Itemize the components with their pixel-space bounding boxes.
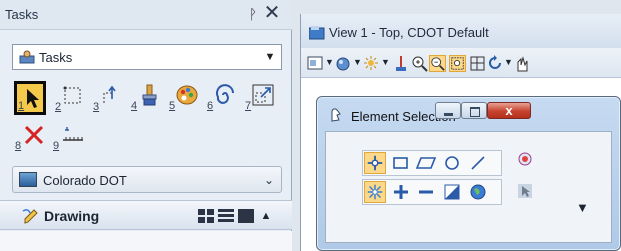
scale-arrow-box-icon	[252, 84, 274, 106]
workflow-label: Colorado DOT	[43, 173, 127, 188]
new-selection-icon[interactable]	[364, 181, 386, 203]
element-selection-arrow-icon	[27, 89, 39, 108]
measure-ruler-icon	[63, 127, 83, 141]
dropdown-arrow-icon[interactable]: ▼	[353, 57, 362, 67]
tool-number: 4	[131, 100, 138, 112]
maximize-button[interactable]	[461, 102, 487, 119]
tool-fence[interactable]: 2	[54, 83, 84, 113]
task-select-value: Tasks	[39, 50, 73, 65]
add-to-selection-icon[interactable]	[390, 181, 412, 203]
tool-rotate[interactable]: 6	[206, 82, 236, 112]
tool-move[interactable]: 3	[92, 83, 122, 113]
dialog-body: ▼	[325, 131, 612, 243]
view-toolbar: ▼ ▼ ▼ ▼	[301, 48, 621, 78]
view-window-icon	[309, 26, 325, 40]
rotate-view-icon[interactable]	[487, 55, 504, 72]
tool-number: 9	[53, 140, 60, 152]
task-select-dropdown[interactable]: Tasks ▼	[12, 44, 282, 70]
update-view-icon[interactable]	[393, 55, 410, 72]
tool-element-selection[interactable]: 1	[14, 81, 46, 115]
color-palette-icon	[176, 85, 198, 105]
tasks-panel-header: Tasks ᚹ ✕	[0, 0, 292, 30]
grid-view-icon[interactable]	[198, 209, 214, 223]
pin-icon[interactable]: ᚹ	[246, 6, 260, 22]
zoom-out-icon[interactable]	[429, 55, 446, 72]
tasks-panel: Tasks ᚹ ✕ Tasks ▼ 1 2 3 4 5 6 7 8 9 Colo…	[0, 0, 292, 251]
block-select-icon[interactable]	[390, 152, 412, 174]
workflow-icon	[19, 172, 37, 187]
chevron-down-icon[interactable]: ▼	[262, 49, 278, 65]
tool-paint[interactable]: 4	[130, 82, 160, 112]
element-selection-dialog-icon	[331, 108, 341, 122]
more-options-arrow-icon[interactable]: ▼	[576, 200, 589, 215]
select-from-view-icon[interactable]	[514, 180, 536, 202]
circle-select-icon[interactable]	[441, 152, 463, 174]
dropdown-arrow-icon[interactable]: ▼	[325, 57, 334, 67]
tool-scale[interactable]: 7	[244, 82, 274, 112]
fit-view-icon[interactable]	[469, 55, 486, 72]
selection-mode-group	[362, 179, 502, 205]
zoom-in-icon[interactable]	[411, 55, 428, 72]
dropdown-arrow-icon[interactable]: ▼	[504, 57, 513, 67]
tasks-icon	[19, 50, 35, 64]
drawing-section-header[interactable]: Drawing ▲	[0, 200, 292, 230]
collapse-arrow-icon[interactable]: ▲	[258, 207, 274, 225]
select-all-globe-icon[interactable]	[467, 181, 489, 203]
view-attributes-icon[interactable]	[307, 55, 324, 72]
view-titlebar[interactable]: View 1 - Top, CDOT Default	[301, 14, 621, 48]
tool-number: 3	[93, 101, 100, 113]
tool-number: 5	[169, 100, 176, 112]
clear-selection-icon[interactable]	[514, 148, 536, 170]
dropdown-arrow-icon[interactable]: ▼	[381, 57, 390, 67]
list-view-icon[interactable]	[218, 209, 234, 223]
view-title: View 1 - Top, CDOT Default	[329, 25, 489, 40]
pan-view-icon[interactable]	[513, 55, 530, 72]
tool-delete[interactable]: 8	[14, 122, 44, 152]
drawing-section-label: Drawing	[44, 208, 100, 224]
shape-select-icon[interactable]	[415, 152, 437, 174]
display-style-icon[interactable]	[335, 55, 352, 72]
close-icon[interactable]: ✕	[262, 2, 282, 24]
element-selection-dialog: Element Selection x ▼	[316, 96, 621, 251]
drawing-tools-row	[0, 231, 292, 251]
tool-measure[interactable]: 9	[52, 122, 83, 152]
delete-red-x-icon	[24, 125, 44, 145]
close-button[interactable]: x	[487, 102, 531, 119]
individual-select-icon[interactable]	[364, 152, 386, 174]
tool-number: 8	[15, 140, 22, 152]
subtract-from-selection-icon[interactable]	[415, 181, 437, 203]
selection-method-group	[362, 150, 502, 176]
fence-dashed-rectangle-icon	[63, 86, 81, 104]
lighting-icon[interactable]	[363, 55, 380, 72]
tool-number: 2	[55, 101, 62, 113]
drawing-pencil-icon	[22, 209, 38, 224]
move-copy-arrows-icon	[103, 85, 116, 103]
chevron-down-icon[interactable]: ⌄	[260, 171, 278, 189]
tool-number: 6	[207, 100, 214, 112]
tasks-panel-title: Tasks	[5, 7, 39, 22]
large-view-icon[interactable]	[238, 209, 254, 223]
tool-number: 7	[245, 100, 252, 112]
minimize-button[interactable]	[435, 102, 461, 119]
paint-brush-icon	[142, 84, 157, 106]
spiral-rotate-icon	[216, 84, 234, 104]
tool-color[interactable]: 5	[168, 82, 198, 112]
tool-number: 1	[18, 100, 25, 112]
invert-selection-icon[interactable]	[441, 181, 463, 203]
window-area-icon[interactable]	[449, 55, 466, 72]
line-select-icon[interactable]	[467, 152, 489, 174]
workflow-dropdown[interactable]: Colorado DOT ⌄	[12, 166, 282, 193]
